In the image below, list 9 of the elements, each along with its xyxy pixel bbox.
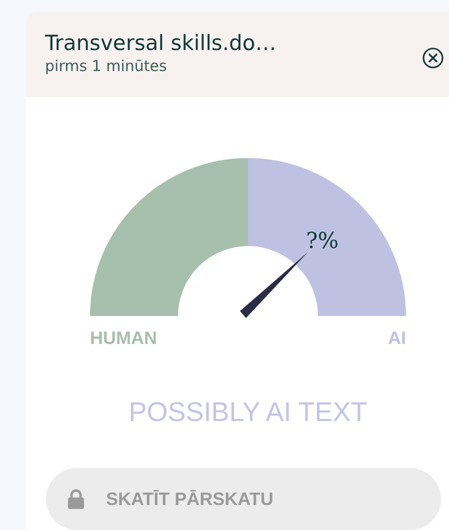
gauge-reading: ?% [306,229,339,254]
human-label: HUMAN [90,328,157,349]
lock-icon [68,489,84,509]
ai-label: AI [388,328,406,349]
gauge-needle [240,252,308,318]
document-title: Transversal skills.do… [45,30,276,54]
close-icon[interactable] [422,46,444,68]
verdict-text: POSSIBLY AI TEXT [128,397,368,428]
upload-time: pirms 1 minūtes [45,56,168,74]
